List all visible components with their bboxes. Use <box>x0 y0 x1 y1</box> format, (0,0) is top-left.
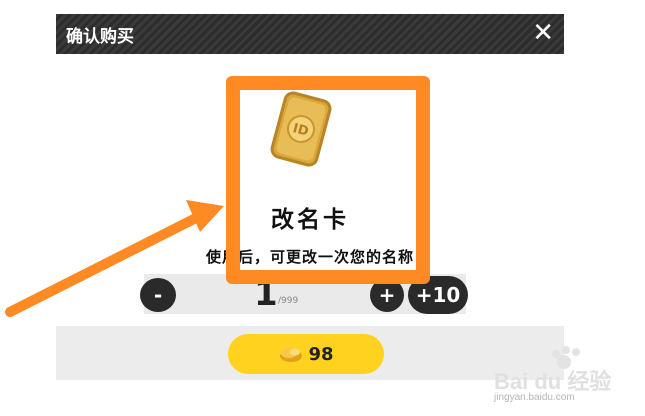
gold-icon <box>280 348 303 362</box>
decrement-button[interactable]: - <box>140 278 176 312</box>
price-band: 98 <box>56 326 564 380</box>
watermark-url: jingyan.baidu.com <box>494 392 575 403</box>
dialog-title: 确认购买 <box>66 27 134 47</box>
dialog-titlebar: 确认购买 ✕ <box>56 14 564 54</box>
close-icon[interactable]: ✕ <box>532 18 554 48</box>
buy-button[interactable]: 98 <box>228 334 384 374</box>
quantity-max: /999 <box>278 296 299 306</box>
price-value: 98 <box>308 343 334 365</box>
highlight-box <box>226 76 430 284</box>
